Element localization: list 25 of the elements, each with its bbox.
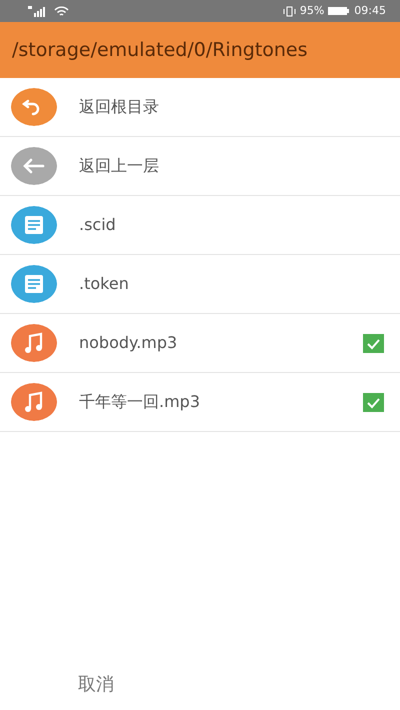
- document-icon: [11, 265, 57, 303]
- clock-time: 09:45: [354, 2, 386, 19]
- checkbox[interactable]: [363, 334, 384, 352]
- file-list-item[interactable]: .token: [0, 255, 400, 314]
- path-title: /storage/emulated/0/Ringtones: [12, 38, 308, 63]
- checkbox[interactable]: [363, 392, 384, 412]
- music-note-icon: [11, 383, 57, 421]
- wifi-icon: [54, 6, 69, 16]
- document-icon: [11, 206, 57, 244]
- battery-percent: 95%: [300, 2, 324, 19]
- file-list-item[interactable]: 千年等一回.mp3: [0, 373, 400, 432]
- file-list-item[interactable]: 返回上一层: [0, 137, 400, 196]
- vibrate-icon: [282, 6, 296, 16]
- file-name: 千年等一回.mp3: [79, 391, 200, 413]
- file-name: nobody.mp3: [79, 332, 178, 354]
- music-note-icon: [11, 324, 57, 362]
- file-name: 返回上一层: [79, 155, 159, 177]
- file-name: .scid: [79, 214, 116, 236]
- battery-icon: [328, 6, 350, 16]
- file-name: .token: [79, 273, 129, 295]
- cancel-button[interactable]: 取消: [70, 667, 122, 702]
- file-list-item[interactable]: 返回根目录: [0, 78, 400, 137]
- file-list-item[interactable]: nobody.mp3: [0, 314, 400, 373]
- file-list-item[interactable]: .scid: [0, 196, 400, 255]
- file-name: 返回根目录: [79, 96, 159, 118]
